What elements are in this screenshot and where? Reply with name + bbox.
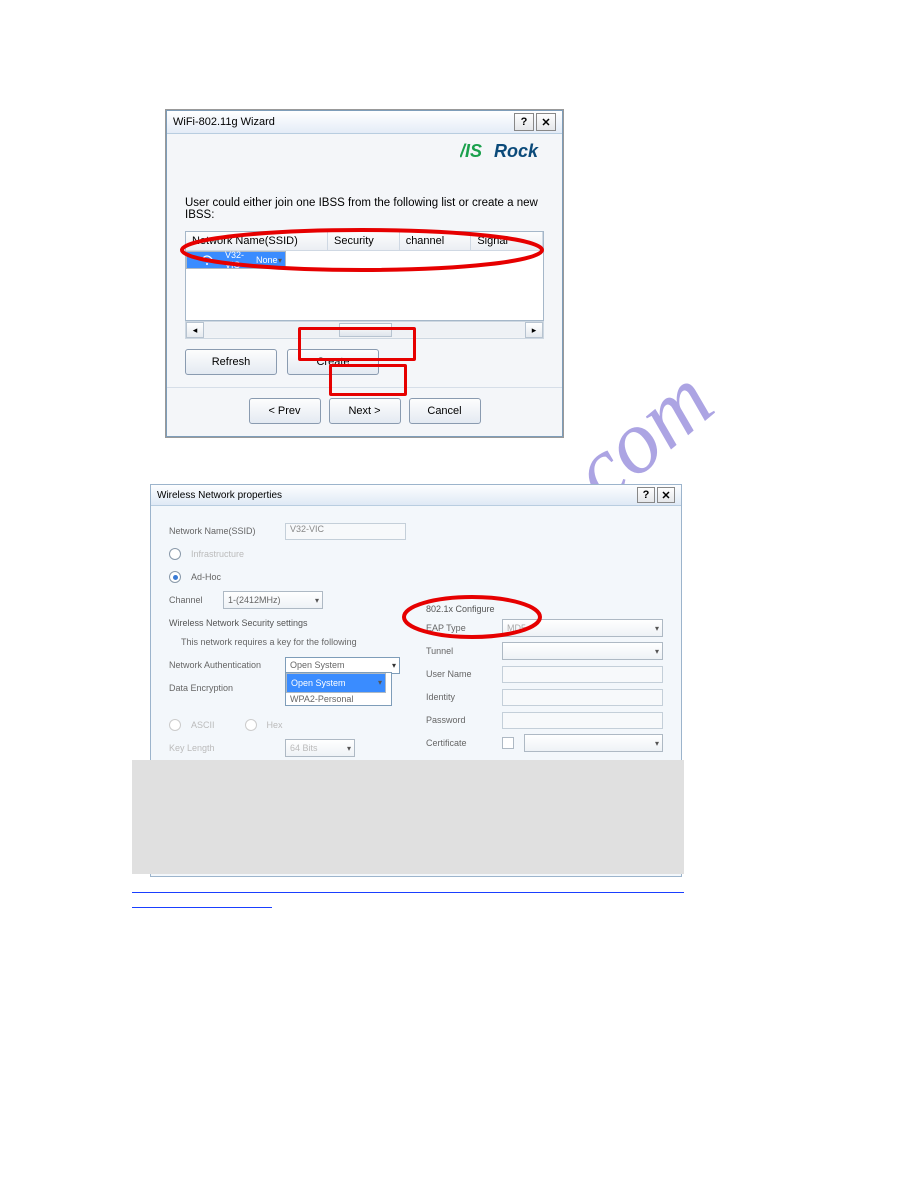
auth-option-open[interactable]: Open System <box>286 673 386 693</box>
wizard-prompt: User could either join one IBSS from the… <box>185 197 544 221</box>
header-security: Security <box>328 232 400 250</box>
footer-link-2[interactable] <box>132 896 272 908</box>
adhoc-label: Ad-Hoc <box>191 572 221 582</box>
password-input <box>502 712 663 729</box>
logo-suffix: Rock <box>494 141 539 161</box>
ascii-label: ASCII <box>191 720 215 730</box>
network-row[interactable]: V32-VIC None 1 63% <box>186 251 286 269</box>
prev-button[interactable]: < Prev <box>249 398 321 424</box>
help-button[interactable]: ? <box>637 487 655 503</box>
next-button[interactable]: Next > <box>329 398 401 424</box>
cancel-button[interactable]: Cancel <box>409 398 481 424</box>
encryption-label: Data Encryption <box>169 683 279 693</box>
wifi-wizard-dialog: WiFi-802.11g Wizard ? ✕ /IS Rock User co… <box>166 110 563 437</box>
ssid-label: Network Name(SSID) <box>169 526 279 536</box>
hex-radio <box>245 719 257 731</box>
keylen-label: Key Length <box>169 743 279 753</box>
channel-select[interactable]: 1-(2412MHz) <box>223 591 323 609</box>
keylen-select: 64 Bits <box>285 739 355 757</box>
cell-signal: 63% <box>301 255 331 265</box>
auth-option-wpa2[interactable]: WPA2-Personal <box>286 693 391 705</box>
network-list[interactable]: Network Name(SSID) Security channel Sign… <box>185 231 544 321</box>
header-signal: Signal <box>471 232 543 250</box>
auth-dropdown[interactable]: Open System Open System WPA2-Personal <box>285 657 400 674</box>
footer-grey-box <box>132 760 684 874</box>
scroll-thumb[interactable] <box>339 323 392 337</box>
certificate-label: Certificate <box>426 738 496 748</box>
footer-links <box>132 878 684 908</box>
titlebar: WiFi-802.11g Wizard ? ✕ <box>167 111 562 134</box>
security-group-label: Wireless Network Security settings <box>169 618 406 628</box>
auth-label: Network Authentication <box>169 660 279 670</box>
close-button[interactable]: ✕ <box>657 487 675 503</box>
infrastructure-radio[interactable] <box>169 548 181 560</box>
cell-channel: 1 <box>284 255 301 265</box>
footer-link-1[interactable] <box>132 881 684 893</box>
ascii-radio <box>169 719 181 731</box>
eap-label: EAP Type <box>426 623 496 633</box>
identity-label: Identity <box>426 692 496 702</box>
eap-select: MD5 <box>502 619 663 637</box>
username-input <box>502 666 663 683</box>
cell-security: None <box>250 255 284 265</box>
horizontal-scrollbar[interactable]: ◂ m ▸ <box>185 321 544 339</box>
create-button[interactable]: Create <box>287 349 379 375</box>
hex-label: Hex <box>267 720 283 730</box>
scroll-right-icon[interactable]: ▸ <box>525 322 543 338</box>
close-button[interactable]: ✕ <box>536 113 556 131</box>
header-channel: channel <box>400 232 472 250</box>
list-header: Network Name(SSID) Security channel Sign… <box>186 232 543 251</box>
tunnel-select <box>502 642 663 660</box>
window-title: WiFi-802.11g Wizard <box>173 116 275 128</box>
logo-prefix: /IS <box>460 141 482 161</box>
help-button[interactable]: ? <box>514 113 534 131</box>
window-title: Wireless Network properties <box>157 490 282 501</box>
password-label: Password <box>426 715 496 725</box>
tunnel-label: Tunnel <box>426 646 496 656</box>
cell-ssid: V32-VIC <box>219 250 250 270</box>
channel-label: Channel <box>169 595 217 605</box>
certificate-select <box>524 734 663 752</box>
8021x-group-label: 802.1x Configure <box>426 604 663 614</box>
identity-input <box>502 689 663 706</box>
wifi-icon <box>195 254 219 266</box>
titlebar: Wireless Network properties ? ✕ <box>151 485 681 506</box>
refresh-button[interactable]: Refresh <box>185 349 277 375</box>
username-label: User Name <box>426 669 496 679</box>
requires-key-label: This network requires a key for the foll… <box>169 637 357 647</box>
asrock-logo: /IS Rock <box>167 134 562 167</box>
scroll-left-icon[interactable]: ◂ <box>186 322 204 338</box>
infrastructure-label: Infrastructure <box>191 549 244 559</box>
certificate-checkbox <box>502 737 514 749</box>
auth-dropdown-list[interactable]: Open System WPA2-Personal <box>285 672 392 706</box>
header-ssid: Network Name(SSID) <box>186 232 328 250</box>
ssid-input[interactable]: V32-VIC <box>285 523 406 540</box>
adhoc-radio[interactable] <box>169 571 181 583</box>
